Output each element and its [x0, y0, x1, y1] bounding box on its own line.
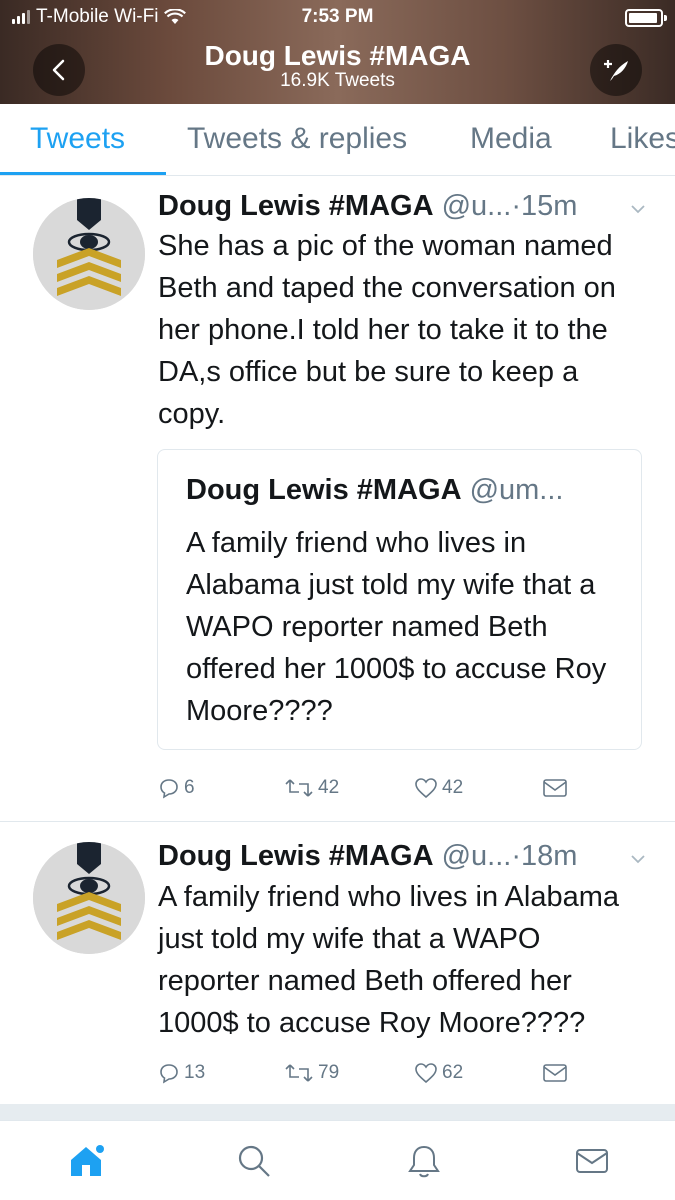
quill-icon [604, 60, 628, 81]
tab-tweets[interactable]: Tweets [30, 122, 125, 156]
envelope-icon [543, 1064, 567, 1082]
tweet-header: Doug Lewis #MAGA @u...·15m [158, 190, 578, 222]
home-icon [71, 1145, 104, 1176]
retweet-icon [285, 1064, 313, 1082]
reply-icon [160, 779, 178, 799]
author-name[interactable]: Doug Lewis #MAGA [158, 190, 434, 222]
quoted-tweet-text: A family friend who lives in Alabama jus… [186, 527, 607, 727]
like-button[interactable]: 62 [414, 1062, 463, 1084]
tweet-header: Doug Lewis #MAGA @u...·18m [158, 840, 578, 872]
author-name[interactable]: Doug Lewis #MAGA [158, 840, 434, 872]
retweet-icon [285, 779, 313, 797]
like-count: 42 [442, 777, 464, 798]
reply-count: 13 [184, 1062, 206, 1083]
bottom-tab-bar [0, 1120, 675, 1200]
quoted-author-name: Doug Lewis #MAGA [186, 474, 462, 506]
status-time: 7:53 PM [301, 6, 374, 27]
section-separator [0, 1104, 675, 1120]
profile-name: Doug Lewis #MAGA [204, 40, 471, 71]
nav-messages[interactable] [570, 1139, 614, 1183]
profile-header: T-Mobile Wi-Fi 7:53 PM Doug Lewis #MAGA … [0, 0, 675, 104]
like-count: 62 [442, 1062, 464, 1083]
avatar[interactable] [33, 198, 145, 310]
retweet-button[interactable]: 79 [284, 1062, 339, 1084]
nav-notifications[interactable] [402, 1139, 446, 1183]
status-bar: T-Mobile Wi-Fi 7:53 PM [0, 0, 675, 34]
quoted-author-handle: @um... [469, 474, 564, 506]
retweet-button[interactable]: 42 [284, 777, 339, 799]
reply-button[interactable]: 6 [158, 777, 195, 799]
rank-insignia-image [33, 198, 145, 310]
author-handle[interactable]: @u... [442, 840, 512, 872]
tweet[interactable]: Doug Lewis #MAGA @u...·15m She has a pic… [0, 176, 675, 821]
retweet-count: 42 [318, 777, 340, 798]
tab-likes[interactable]: Likes [610, 122, 675, 156]
author-handle[interactable]: @u... [442, 190, 512, 222]
tweet-actions: 13 79 62 [158, 1062, 578, 1092]
tab-media[interactable]: Media [470, 122, 552, 156]
tweet-actions: 6 42 42 [158, 777, 578, 807]
quoted-tweet-header: Doug Lewis #MAGA @um... [186, 474, 563, 507]
chevron-down-icon[interactable] [629, 850, 647, 868]
nav-search[interactable] [232, 1139, 276, 1183]
heart-icon [415, 778, 437, 799]
direct-message-button[interactable] [542, 1062, 568, 1084]
like-button[interactable]: 42 [414, 777, 463, 799]
messages-icon [576, 1149, 608, 1173]
tweet-text: She has a pic of the woman named Beth an… [158, 230, 616, 430]
reply-icon [160, 1064, 178, 1084]
tweet-time: 18m [521, 840, 578, 872]
search-icon [238, 1145, 270, 1177]
compose-tweet-button[interactable] [590, 44, 642, 96]
tweet[interactable]: Doug Lewis #MAGA @u...·18m A family frie… [0, 822, 675, 1104]
retweet-count: 79 [318, 1062, 340, 1083]
quoted-tweet[interactable]: Doug Lewis #MAGA @um... A family friend … [157, 449, 642, 750]
reply-button[interactable]: 13 [158, 1062, 205, 1084]
tweet-text: A family friend who lives in Alabama jus… [158, 881, 619, 1039]
nav-home[interactable] [64, 1139, 108, 1183]
reply-count: 6 [184, 777, 195, 798]
envelope-icon [543, 779, 567, 797]
direct-message-button[interactable] [542, 777, 568, 799]
tab-tweets-and-replies[interactable]: Tweets & replies [187, 122, 407, 156]
tweet-count: 16.9K Tweets [280, 70, 395, 91]
heart-icon [415, 1063, 437, 1084]
tweet-time: 15m [521, 190, 578, 222]
profile-tabs: Tweets Tweets & replies Media Likes [0, 104, 675, 176]
battery-icon [625, 9, 667, 27]
notifications-icon [408, 1145, 440, 1178]
rank-insignia-image [33, 842, 145, 954]
avatar[interactable] [33, 842, 145, 954]
chevron-down-icon[interactable] [629, 200, 647, 218]
